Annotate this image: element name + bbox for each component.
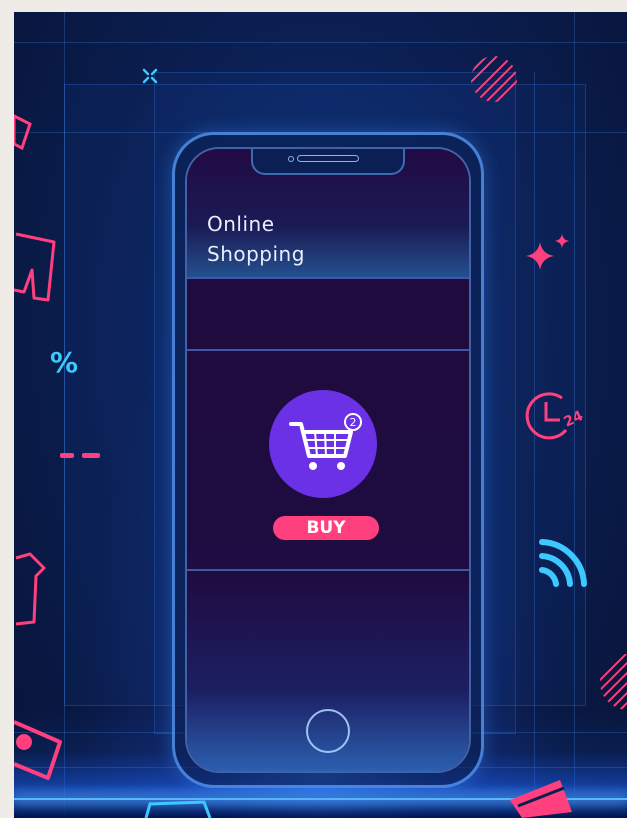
credit-card-icon xyxy=(510,780,572,818)
shirt-icon xyxy=(15,552,46,626)
bag-icon xyxy=(14,720,62,780)
title-line-shopping: Shopping xyxy=(207,242,305,266)
svg-text:24: 24 xyxy=(561,408,586,431)
smartphone-frame: Online Shopping 2 BUY xyxy=(172,132,484,788)
footer-section xyxy=(187,571,469,771)
wifi-icon xyxy=(539,539,587,587)
title-line-online: Online xyxy=(207,212,275,236)
striped-circle-icon xyxy=(471,56,517,102)
cart-badge-count: 2 xyxy=(350,416,357,429)
speaker-grille xyxy=(288,155,359,162)
percent-icon: % xyxy=(50,346,79,379)
grid-line xyxy=(64,12,65,818)
phone-notch xyxy=(251,149,405,175)
buy-button[interactable]: BUY xyxy=(273,516,379,540)
cart-section: 2 BUY xyxy=(187,351,469,571)
striped-circle-icon xyxy=(600,654,627,710)
gift-box-icon xyxy=(144,800,212,818)
grid-line xyxy=(14,42,627,43)
phone-screen: Online Shopping 2 BUY xyxy=(185,147,471,773)
x-sparkle-icon xyxy=(142,68,158,84)
hero-scene: % 24 Online Shopping 2 BUY xyxy=(14,12,627,818)
app-title: Online Shopping xyxy=(207,209,305,269)
home-button[interactable] xyxy=(306,709,350,753)
camera-dot xyxy=(288,156,294,162)
cart-button[interactable]: 2 xyxy=(269,390,377,498)
sparkle-icon xyxy=(526,234,569,270)
shorts-icon xyxy=(14,232,56,302)
shopping-cart-icon: 2 xyxy=(289,413,362,470)
banner-section xyxy=(187,279,469,351)
tag-icon xyxy=(14,114,32,151)
dash-decoration xyxy=(60,453,100,458)
clock-24-icon: 24 xyxy=(525,392,586,440)
